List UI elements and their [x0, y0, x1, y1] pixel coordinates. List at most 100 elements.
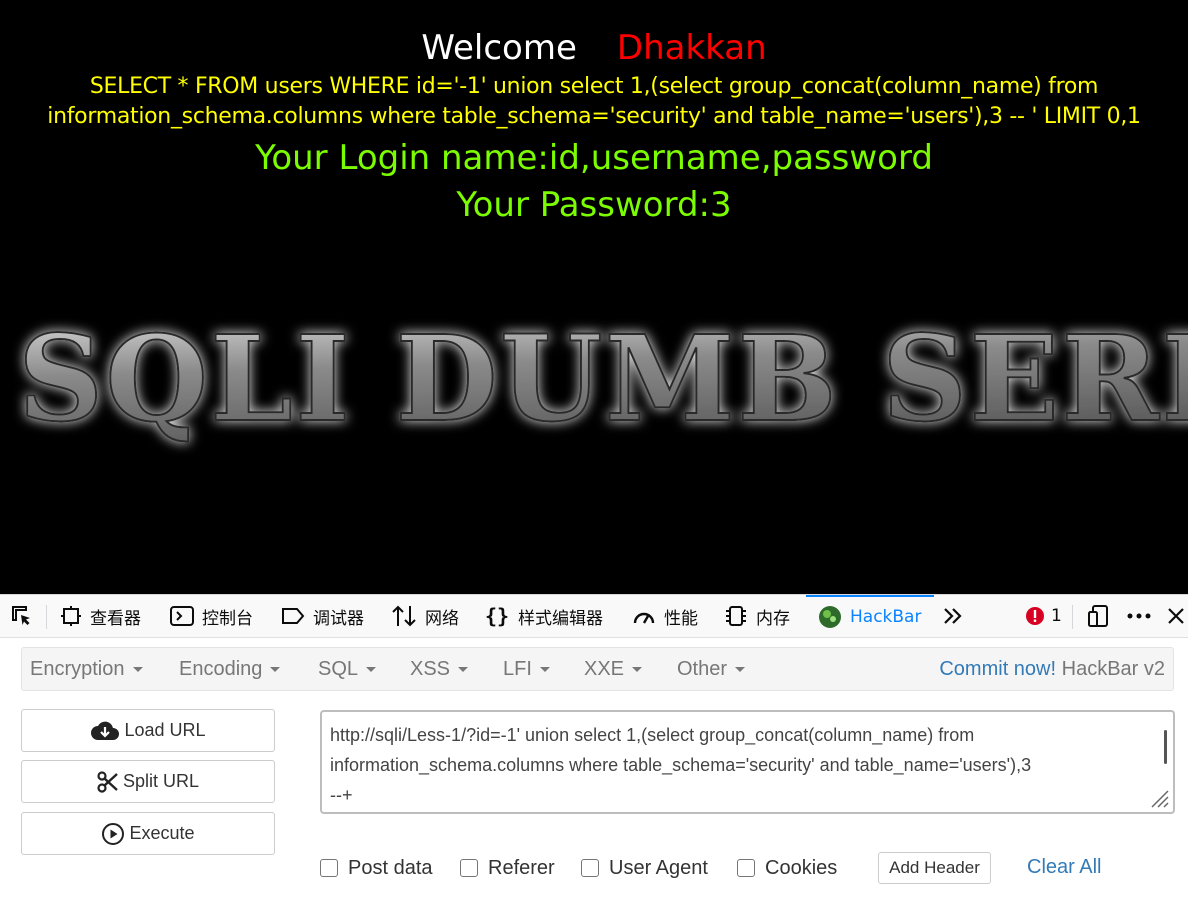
memory-icon — [726, 606, 746, 626]
commit-now-link[interactable]: Commit now! — [939, 658, 1056, 680]
menu-encoding-label: Encoding — [179, 658, 263, 680]
tab-performance-label: 性能 — [664, 608, 698, 629]
load-url-label: Load URL — [124, 720, 206, 740]
password-result: Your Password:3 — [456, 185, 732, 225]
error-icon — [1026, 607, 1044, 625]
split-url-label: Split URL — [122, 771, 200, 791]
error-count: 1 — [1051, 606, 1062, 626]
login-name-result: Your Login name:id,username,password — [255, 138, 933, 178]
url-line: http://sqli/Less-1/?id=-1' union select … — [330, 725, 975, 745]
url-line: --+ — [330, 785, 353, 805]
tab-style-editor[interactable]: {} 样式编辑器 — [484, 595, 603, 637]
tab-performance[interactable]: 性能 — [632, 595, 698, 637]
close-devtools-button[interactable] — [1166, 595, 1188, 637]
textarea-scrollbar[interactable] — [1164, 730, 1167, 764]
tab-debugger[interactable]: 调试器 — [281, 595, 364, 637]
network-icon — [392, 605, 416, 627]
play-circle-icon — [102, 822, 125, 845]
more-options-button[interactable] — [1126, 595, 1160, 637]
welcome-text: Welcome — [421, 28, 577, 68]
more-tools-button[interactable] — [942, 595, 972, 637]
tab-memory-label: 内存 — [756, 608, 790, 629]
banner-text: SQLI DUMB SERIES — [18, 309, 1188, 448]
menu-other-label: Other — [677, 658, 728, 680]
checkbox-box[interactable] — [737, 859, 755, 877]
close-icon — [1168, 608, 1184, 624]
console-icon — [170, 606, 194, 626]
tab-network[interactable]: 网络 — [391, 595, 459, 637]
tab-inspector-label: 查看器 — [90, 608, 141, 629]
hackbar-version: HackBar v2 — [1061, 658, 1165, 680]
url-textarea[interactable]: http://sqli/Less-1/?id=-1' union select … — [320, 710, 1175, 814]
menu-encryption-label: Encryption — [30, 658, 125, 680]
menu-lfi-label: LFI — [503, 658, 532, 680]
style-editor-icon: {} — [485, 604, 509, 628]
menu-xxe[interactable]: XXE — [584, 648, 643, 690]
sql-query: SELECT * FROM users WHERE id='-1' union … — [0, 72, 1188, 132]
execute-button[interactable]: Execute — [21, 812, 275, 855]
welcome-line: Welcome Dhakkan — [0, 26, 1188, 70]
caret-down-icon — [539, 667, 550, 673]
caret-down-icon — [366, 667, 377, 673]
welcome-username: Dhakkan — [616, 28, 767, 68]
tab-hackbar-label: HackBar — [850, 607, 922, 627]
menu-sql-label: SQL — [318, 658, 359, 680]
checkbox-box[interactable] — [320, 859, 338, 877]
url-line: information_schema.columns where table_s… — [330, 755, 1032, 775]
post-data-checkbox[interactable]: Post data — [320, 856, 433, 880]
debugger-icon — [282, 608, 305, 624]
user-agent-label: User Agent — [609, 856, 708, 879]
cookies-label: Cookies — [765, 856, 838, 879]
tab-debugger-label: 调试器 — [313, 608, 364, 629]
tab-hackbar[interactable]: HackBar — [806, 595, 934, 637]
tab-inspector[interactable]: 查看器 — [60, 595, 141, 637]
caret-down-icon — [458, 667, 469, 673]
menu-sql[interactable]: SQL — [318, 648, 377, 690]
post-data-label: Post data — [348, 856, 433, 879]
tab-console-label: 控制台 — [202, 608, 253, 629]
tab-console[interactable]: 控制台 — [170, 595, 253, 637]
cookies-checkbox[interactable]: Cookies — [737, 856, 837, 880]
sql-query-line-1: SELECT * FROM users WHERE id='-1' union … — [89, 74, 1099, 99]
clear-all-link[interactable]: Clear All — [1027, 856, 1101, 879]
menu-xxe-label: XXE — [584, 658, 625, 680]
chevron-double-right-icon — [944, 608, 962, 624]
caret-down-icon — [270, 667, 281, 673]
sql-query-line-2: information_schema.columns where table_s… — [47, 104, 1141, 129]
ellipsis-icon — [1127, 613, 1151, 619]
menu-encoding[interactable]: Encoding — [179, 648, 281, 690]
cloud-download-icon — [91, 721, 120, 740]
add-header-button[interactable]: Add Header — [878, 852, 991, 884]
performance-icon — [633, 612, 655, 624]
responsive-design-icon — [1088, 605, 1108, 627]
responsive-design-button[interactable] — [1086, 595, 1118, 637]
devtools-panel: 查看器 控制台 调试器 网络 {} 样式编辑器 性能 内存 HackBar 1 … — [0, 594, 1188, 921]
execute-label: Execute — [129, 823, 195, 843]
scissors-icon — [97, 770, 118, 793]
checkbox-box[interactable] — [581, 859, 599, 877]
element-picker-button[interactable] — [10, 595, 42, 637]
user-agent-checkbox[interactable]: User Agent — [581, 856, 708, 880]
tab-style-editor-label: 样式编辑器 — [518, 608, 603, 629]
split-url-button[interactable]: Split URL — [21, 760, 275, 803]
toolbar-divider — [1072, 605, 1073, 629]
tab-memory[interactable]: 内存 — [724, 595, 790, 637]
referer-label: Referer — [488, 856, 555, 879]
hackbar-icon — [819, 606, 841, 628]
hackbar-menubar: Encryption Encoding SQL XSS LFI XXE Othe… — [21, 647, 1174, 691]
referer-checkbox[interactable]: Referer — [460, 856, 555, 880]
menu-other[interactable]: Other — [677, 648, 746, 690]
svg-text:{}: {} — [485, 604, 509, 628]
toolbar-divider — [46, 605, 47, 629]
resize-handle-icon[interactable] — [1148, 787, 1170, 809]
error-counter[interactable]: 1 — [1025, 595, 1062, 637]
inspector-icon — [61, 606, 81, 626]
caret-down-icon — [632, 667, 643, 673]
checkbox-box[interactable] — [460, 859, 478, 877]
tab-network-label: 网络 — [425, 608, 459, 629]
caret-down-icon — [735, 667, 746, 673]
menu-xss[interactable]: XSS — [410, 648, 469, 690]
load-url-button[interactable]: Load URL — [21, 709, 275, 752]
menu-encryption[interactable]: Encryption — [30, 648, 143, 690]
menu-lfi[interactable]: LFI — [503, 648, 550, 690]
